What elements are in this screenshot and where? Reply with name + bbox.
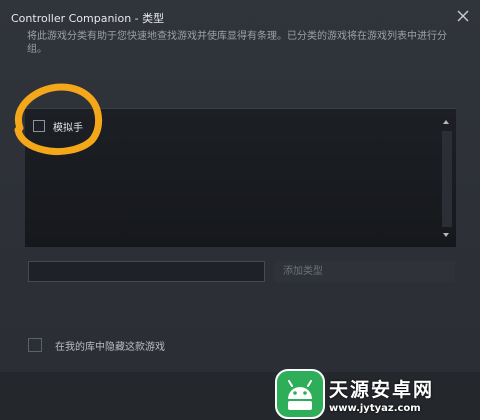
site-watermark: 天源安卓网 www.jytyaz.com (275, 368, 480, 420)
list-item[interactable]: 模拟手 (33, 117, 83, 135)
add-category-button[interactable]: 添加类型 (275, 261, 455, 282)
watermark-url: www.jytyaz.com (329, 402, 421, 414)
list-scrollbar[interactable] (438, 109, 456, 247)
hide-game-option[interactable]: 在我的库中隐藏这款游戏 (28, 337, 165, 353)
category-checkbox[interactable] (33, 120, 45, 132)
scroll-down-icon[interactable] (443, 233, 449, 237)
android-logo-icon (275, 369, 325, 419)
hide-game-label: 在我的库中隐藏这款游戏 (55, 341, 165, 353)
dialog-title: Controller Companion - 类型 (11, 12, 165, 25)
title-bar[interactable]: Controller Companion - 类型 (0, 0, 480, 30)
close-button[interactable] (452, 5, 474, 27)
new-category-input[interactable] (28, 261, 265, 282)
scroll-track[interactable] (442, 131, 452, 227)
dialog-description: 将此游戏分类有助于您快速地查找游戏并使库显得有条理。已分类的游戏将在游戏列表中进… (27, 31, 447, 55)
watermark-title: 天源安卓网 (329, 378, 435, 401)
scroll-up-icon[interactable] (443, 120, 449, 124)
category-label: 模拟手 (53, 122, 83, 134)
close-icon (457, 10, 469, 22)
hide-game-checkbox[interactable] (28, 338, 42, 352)
category-list: 模拟手 (25, 108, 456, 247)
categories-dialog: Controller Companion - 类型 将此游戏分类有助于您快速地查… (0, 0, 480, 420)
